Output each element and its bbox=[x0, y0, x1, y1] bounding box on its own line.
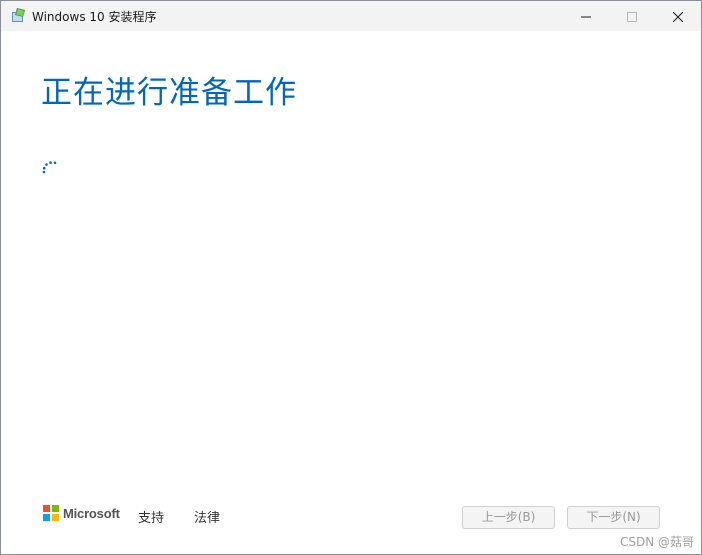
close-button[interactable] bbox=[655, 1, 701, 31]
minimize-icon bbox=[581, 7, 591, 26]
minimize-button[interactable] bbox=[563, 1, 609, 31]
microsoft-logo: Microsoft bbox=[43, 505, 120, 521]
close-icon bbox=[672, 7, 684, 26]
maximize-button[interactable] bbox=[609, 1, 655, 31]
watermark: CSDN @菇哥 bbox=[620, 535, 695, 549]
page-title: 正在进行准备工作 bbox=[41, 75, 297, 111]
setup-content: 正在进行准备工作 Microsoft 支持 法律 上一步(B) 下一步(N) bbox=[1, 31, 701, 554]
support-link[interactable]: 支持 bbox=[138, 507, 164, 526]
legal-link[interactable]: 法律 bbox=[194, 507, 220, 526]
maximize-icon bbox=[627, 7, 637, 26]
next-button[interactable]: 下一步(N) bbox=[567, 506, 660, 529]
setup-icon bbox=[11, 7, 27, 23]
microsoft-wordmark: Microsoft bbox=[63, 505, 120, 521]
window-title: Windows 10 安装程序 bbox=[32, 10, 157, 24]
loading-spinner-icon bbox=[41, 157, 61, 177]
microsoft-logo-icon bbox=[43, 505, 59, 521]
setup-window: Windows 10 安装程序 正在进行准备工作 Microsoft 支持 法律… bbox=[0, 0, 702, 555]
back-button[interactable]: 上一步(B) bbox=[462, 506, 555, 529]
title-bar[interactable]: Windows 10 安装程序 bbox=[1, 1, 701, 31]
